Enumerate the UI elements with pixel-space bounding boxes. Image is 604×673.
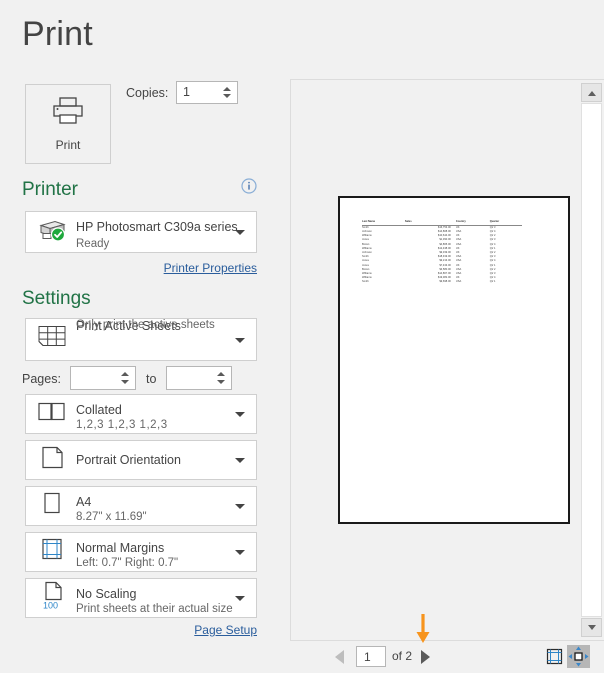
margins-select[interactable]: Normal Margins Left: 0.7" Right: 0.7" xyxy=(25,532,257,572)
preview-scrollbar[interactable] xyxy=(579,80,604,640)
collate-icon xyxy=(34,400,70,429)
printer-properties-link[interactable]: Printer Properties xyxy=(0,261,257,275)
orientation-title: Portrait Orientation xyxy=(76,453,181,467)
previous-page-icon[interactable] xyxy=(335,650,344,664)
pages-to-label: to xyxy=(146,372,156,386)
show-margins-icon[interactable] xyxy=(546,648,563,665)
pages-label: Pages: xyxy=(22,372,61,386)
scaling-subtitle: Print sheets at their actual size xyxy=(76,603,233,615)
settings-heading: Settings xyxy=(22,288,91,310)
zoom-to-page-icon[interactable] xyxy=(567,645,590,668)
print-what-subtitle: Only print the active sheets xyxy=(76,319,215,331)
pages-from-input[interactable] xyxy=(70,366,136,390)
printer-name: HP Photosmart C309a series xyxy=(76,220,238,234)
preview-sheet-table: Last NameSalesCountryQuarter Smith$16,75… xyxy=(362,220,522,285)
table-cell: $9,698.00 xyxy=(405,280,456,284)
orange-down-arrow xyxy=(414,614,432,644)
print-what-select[interactable]: Print Active Sheets Only print the activ… xyxy=(25,318,257,361)
copies-value: 1 xyxy=(183,85,190,99)
chevron-down-icon[interactable] xyxy=(235,504,245,509)
margins-subtitle: Left: 0.7" Right: 0.7" xyxy=(76,557,178,569)
chevron-down-icon[interactable] xyxy=(235,596,245,601)
scaling-title: No Scaling xyxy=(76,587,136,601)
printer-icon xyxy=(51,96,85,131)
svg-text:100: 100 xyxy=(43,601,58,611)
table-body: Smith$16,753.00UKQtr 3Johnson$14,808.00U… xyxy=(362,225,522,284)
collation-subtitle: 1,2,3 1,2,3 1,2,3 xyxy=(76,419,168,431)
chevron-down-icon[interactable] xyxy=(235,412,245,417)
pages-to-decrement-icon[interactable] xyxy=(217,380,225,384)
collation-select[interactable]: Collated 1,2,3 1,2,3 1,2,3 xyxy=(25,394,257,434)
print-button[interactable]: Print xyxy=(25,84,111,164)
copies-decrement-icon[interactable] xyxy=(223,94,231,98)
copies-increment-icon[interactable] xyxy=(223,87,231,91)
copies-stepper[interactable] xyxy=(220,82,234,103)
pages-from-decrement-icon[interactable] xyxy=(121,380,129,384)
pages-to-stepper[interactable] xyxy=(214,367,228,389)
scaling-icon: 100 xyxy=(34,581,70,616)
chevron-down-icon[interactable] xyxy=(235,230,245,235)
paper-size-subtitle: 8.27" x 11.69" xyxy=(76,511,147,523)
scroll-down-icon[interactable] xyxy=(581,618,602,637)
paper-size-select[interactable]: A4 8.27" x 11.69" xyxy=(25,486,257,526)
chevron-down-icon[interactable] xyxy=(235,458,245,463)
next-page-icon[interactable] xyxy=(421,650,430,664)
printer-select[interactable]: HP Photosmart C309a series Ready xyxy=(25,211,257,253)
print-button-label: Print xyxy=(56,138,81,152)
pages-to-input[interactable] xyxy=(166,366,232,390)
preview-page: Last NameSalesCountryQuarter Smith$16,75… xyxy=(338,196,570,524)
paper-icon xyxy=(34,491,70,522)
scaling-select[interactable]: 100 No Scaling Print sheets at their act… xyxy=(25,578,257,618)
orientation-select[interactable]: Portrait Orientation xyxy=(25,440,257,480)
pages-from-stepper[interactable] xyxy=(118,367,132,389)
table-cell: Smith xyxy=(362,280,405,284)
page-count-label: of 2 xyxy=(392,649,412,663)
margins-icon xyxy=(34,537,70,568)
info-icon[interactable] xyxy=(241,178,257,194)
chevron-down-icon[interactable] xyxy=(235,338,245,343)
table-cell: USA xyxy=(456,280,490,284)
chevron-down-icon[interactable] xyxy=(235,550,245,555)
preview-bottom-bar: 1 of 2 xyxy=(290,640,604,672)
scroll-up-icon[interactable] xyxy=(581,83,602,102)
printer-heading: Printer xyxy=(22,179,78,201)
page-number-input[interactable]: 1 xyxy=(356,646,386,667)
copies-label: Copies: xyxy=(126,86,168,100)
pages-from-increment-icon[interactable] xyxy=(121,372,129,376)
paper-size-title: A4 xyxy=(76,495,91,509)
scrollbar-track[interactable] xyxy=(581,103,602,617)
print-preview-pane: Last NameSalesCountryQuarter Smith$16,75… xyxy=(290,80,604,672)
portrait-page-icon xyxy=(34,445,70,476)
print-settings-pane: Print Print Copies: 1 Printer xyxy=(0,0,290,672)
pages-to-increment-icon[interactable] xyxy=(217,372,225,376)
table-cell: Qtr 1 xyxy=(490,280,522,284)
printer-ready-icon xyxy=(34,217,70,248)
print-dialog: Print Print Copies: 1 Printer xyxy=(0,0,604,672)
sheet-grid-icon xyxy=(34,323,70,356)
page-title: Print xyxy=(22,15,93,54)
table-row: Smith$9,698.00USAQtr 1 xyxy=(362,280,522,284)
margins-title: Normal Margins xyxy=(76,541,164,555)
collation-title: Collated xyxy=(76,403,122,417)
page-setup-link[interactable]: Page Setup xyxy=(0,623,257,637)
page-number-value: 1 xyxy=(364,650,371,664)
printer-status: Ready xyxy=(76,238,109,250)
copies-input[interactable]: 1 xyxy=(176,81,238,104)
